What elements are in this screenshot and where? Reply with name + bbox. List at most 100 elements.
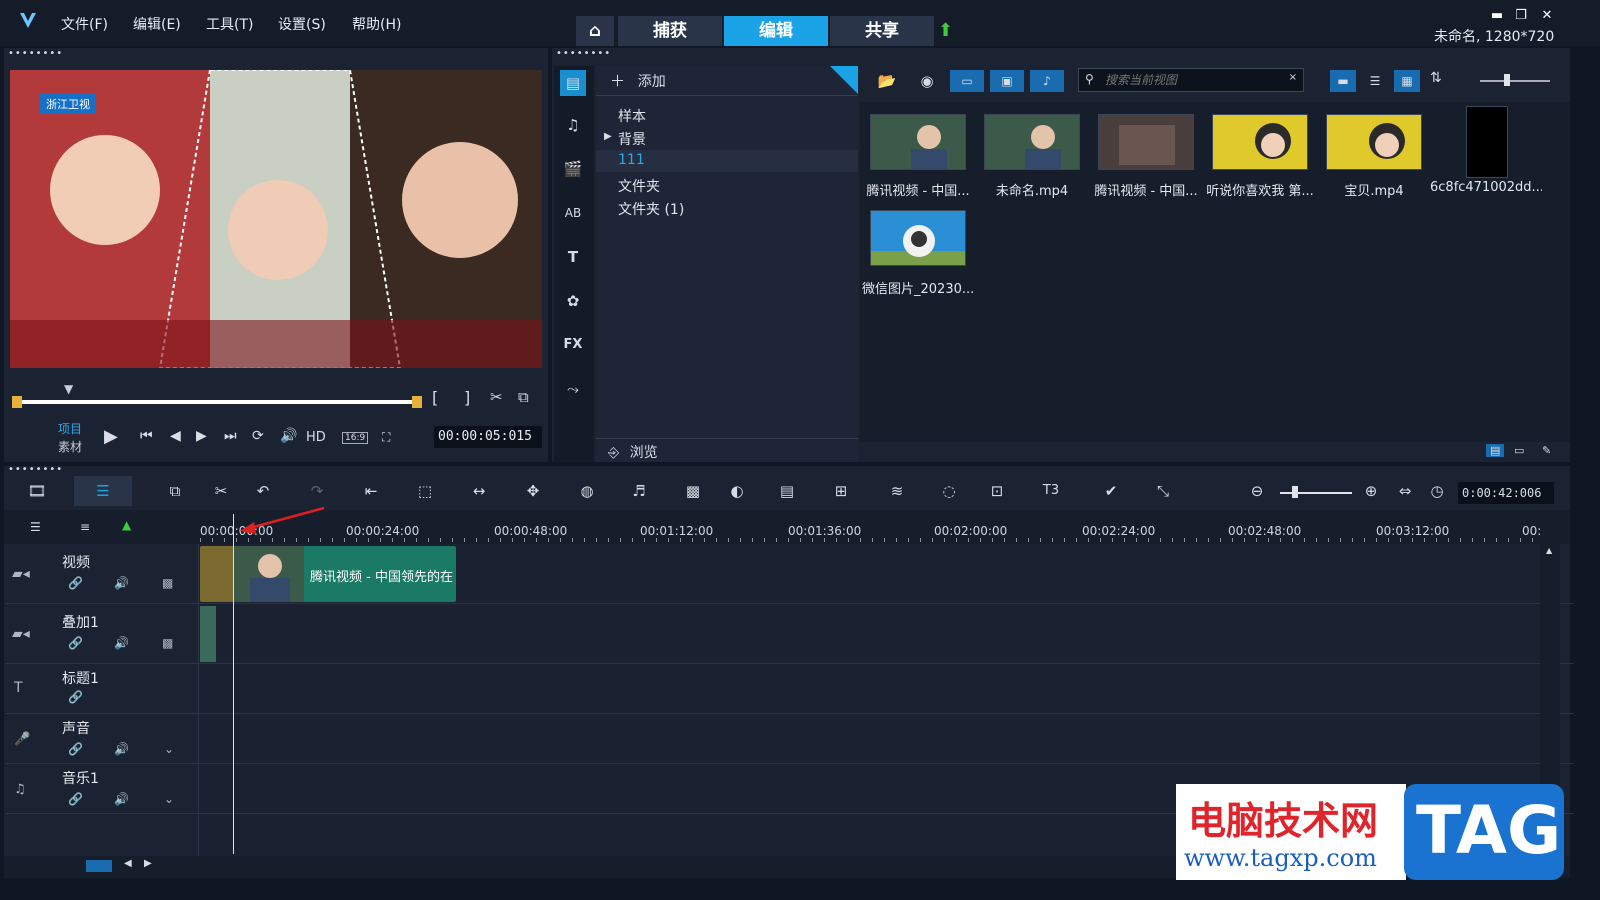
- filter-photo-button[interactable]: ▣: [990, 70, 1024, 92]
- upload-arrow-icon[interactable]: ⬆: [938, 20, 953, 41]
- import-folder-icon[interactable]: 📂: [874, 68, 900, 94]
- tab-capture[interactable]: 捕获: [618, 16, 722, 46]
- capture-icon[interactable]: ◉: [914, 68, 940, 94]
- browse-button[interactable]: ⎆ 浏览: [608, 442, 658, 462]
- copy-frame-icon[interactable]: ⧉: [518, 388, 529, 406]
- sort-icon[interactable]: ⇅: [1430, 70, 1442, 86]
- path-icon[interactable]: ⤳: [560, 376, 586, 402]
- view-thumbnail-button[interactable]: ▬: [1330, 70, 1356, 92]
- edit-icon[interactable]: ✎: [1542, 444, 1551, 457]
- storyboard-view-icon[interactable]: 🎞: [24, 478, 50, 504]
- media-thumbnail[interactable]: [870, 210, 966, 266]
- clock-icon[interactable]: ◷: [1424, 478, 1450, 504]
- panel-toggle-icon[interactable]: ▭: [1514, 444, 1524, 457]
- split-screen-icon[interactable]: ⊞: [828, 478, 854, 504]
- zoom-in-icon[interactable]: ⊕: [1358, 478, 1384, 504]
- scroll-up-icon[interactable]: ▲: [1546, 546, 1552, 555]
- crop-icon[interactable]: ⬚: [412, 478, 438, 504]
- zoom-slider-handle[interactable]: [1292, 486, 1298, 498]
- marker-icon[interactable]: ▲: [122, 518, 131, 532]
- move-icon[interactable]: ✥: [520, 478, 546, 504]
- chevron-down-icon[interactable]: ⌄: [164, 742, 174, 756]
- multicam-icon[interactable]: ▩: [680, 478, 706, 504]
- go-end-button[interactable]: ⏭: [224, 428, 237, 444]
- track-expand-icon[interactable]: [86, 860, 112, 872]
- mask-icon[interactable]: ◐: [724, 478, 750, 504]
- chevron-down-icon[interactable]: ⌄: [164, 792, 174, 806]
- menu-settings[interactable]: 设置(S): [278, 14, 326, 34]
- filter-audio-button[interactable]: ♪: [1030, 70, 1064, 92]
- add-track-icon[interactable]: ≡: [80, 520, 90, 534]
- link-icon[interactable]: 🔗: [68, 636, 83, 650]
- timecode-display[interactable]: 00:00:05:015: [434, 426, 542, 448]
- track-volume-icon[interactable]: 🔊: [114, 792, 129, 806]
- audio-category-icon[interactable]: ♫: [560, 112, 586, 138]
- tools-icon[interactable]: ✂: [208, 478, 234, 504]
- trim-end-handle[interactable]: [412, 396, 422, 408]
- transition-icon[interactable]: AB: [560, 200, 586, 226]
- thumbnail-size-handle[interactable]: [1504, 74, 1510, 86]
- scroll-right-icon[interactable]: ▶: [144, 858, 152, 869]
- repeat-icon[interactable]: ⟳: [252, 428, 264, 444]
- maximize-button[interactable]: ❐: [1512, 8, 1530, 24]
- resize-icon[interactable]: ⤡: [1150, 478, 1176, 504]
- panel-grip[interactable]: ••••••••: [556, 48, 611, 59]
- tree-item-111[interactable]: 111: [618, 152, 645, 168]
- link-icon[interactable]: 🔗: [68, 742, 83, 756]
- trim-start-handle[interactable]: [12, 396, 22, 408]
- split-scissors-icon[interactable]: ✂: [490, 388, 503, 406]
- zoom-slider[interactable]: [1280, 492, 1352, 494]
- checkmark-icon[interactable]: ✔: [1098, 478, 1124, 504]
- undo-icon[interactable]: ↶: [250, 478, 276, 504]
- mode-project[interactable]: 项目: [58, 420, 82, 437]
- add-folder-button[interactable]: ＋ 添加: [610, 70, 666, 91]
- close-button[interactable]: ✕: [1538, 8, 1556, 24]
- view-grid-button[interactable]: ▦: [1394, 70, 1420, 92]
- scrubber-track[interactable]: [16, 400, 418, 404]
- media-thumbnail[interactable]: [870, 114, 966, 170]
- media-thumbnail[interactable]: [1212, 114, 1308, 170]
- volume-icon[interactable]: 🔊: [280, 428, 297, 444]
- grid-icon[interactable]: ▩: [162, 636, 173, 650]
- track-icon[interactable]: ⊡: [984, 478, 1010, 504]
- fit-project-icon[interactable]: ⇔: [1392, 478, 1418, 504]
- media-thumbnail[interactable]: [1466, 106, 1508, 178]
- track-volume-icon[interactable]: 🔊: [114, 576, 129, 590]
- menu-tools[interactable]: 工具(T): [206, 14, 253, 34]
- playhead[interactable]: [233, 514, 234, 854]
- next-frame-button[interactable]: ▶: [196, 428, 207, 444]
- panel-grip[interactable]: ••••••••: [8, 464, 63, 475]
- tab-edit[interactable]: 编辑: [724, 16, 828, 46]
- menu-help[interactable]: 帮助(H): [352, 14, 401, 34]
- fit-icon[interactable]: ⇤: [358, 478, 384, 504]
- title-icon[interactable]: T: [560, 244, 586, 270]
- tree-item-folder[interactable]: 文件夹: [618, 176, 660, 196]
- subtitle-icon[interactable]: ▤: [774, 478, 800, 504]
- scroll-left-icon[interactable]: ◀: [124, 858, 132, 869]
- clear-search-icon[interactable]: ×: [1289, 72, 1297, 83]
- search-input[interactable]: [1105, 71, 1275, 89]
- menu-edit[interactable]: 编辑(E): [133, 14, 181, 34]
- fx-filter-icon[interactable]: FX: [560, 332, 586, 358]
- prev-frame-button[interactable]: ◀: [170, 428, 181, 444]
- tab-share[interactable]: 共享: [830, 16, 934, 46]
- video-clip[interactable]: 腾讯视频 - 中国领先的在: [200, 546, 456, 602]
- expand-arrow-icon[interactable]: ▶: [604, 131, 612, 142]
- motion-icon[interactable]: ◌: [936, 478, 962, 504]
- tree-item-samples[interactable]: 样本: [618, 106, 646, 126]
- speed-icon[interactable]: ≋: [884, 478, 910, 504]
- track-volume-icon[interactable]: 🔊: [114, 636, 129, 650]
- fullscreen-icon[interactable]: ⛶: [382, 430, 390, 445]
- link-icon[interactable]: 🔗: [68, 792, 83, 806]
- zoom-out-icon[interactable]: ⊖: [1244, 478, 1270, 504]
- minimize-button[interactable]: ▬: [1488, 8, 1506, 24]
- scrubber-handle[interactable]: ▼: [64, 382, 73, 396]
- go-start-button[interactable]: ⏮: [140, 428, 153, 444]
- preview-video[interactable]: 浙江卫视: [10, 70, 542, 368]
- filter-video-button[interactable]: ▭: [950, 70, 984, 92]
- title-3d-icon[interactable]: T3: [1038, 478, 1064, 504]
- tree-item-folder-1[interactable]: 文件夹 (1): [618, 199, 684, 219]
- thumbnail-size-slider[interactable]: [1480, 80, 1550, 82]
- home-button[interactable]: ⌂: [576, 16, 614, 46]
- graphics-icon[interactable]: ✿: [560, 288, 586, 314]
